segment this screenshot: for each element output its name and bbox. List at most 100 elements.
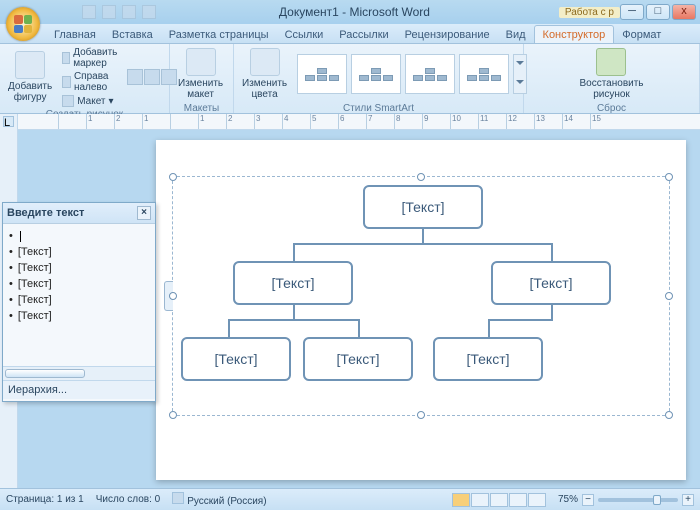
save-icon[interactable] — [82, 5, 96, 19]
style-thumb[interactable] — [405, 54, 455, 94]
view-buttons — [452, 493, 546, 507]
outline-item[interactable]: [Текст] — [9, 260, 149, 276]
zoom-slider[interactable] — [598, 498, 678, 502]
change-layout-icon — [186, 48, 216, 76]
window-title: Документ1 - Microsoft Word — [156, 5, 553, 19]
ribbon-group-create: Добавить фигуру Добавить маркер Справа н… — [0, 44, 170, 113]
outline-item[interactable]: [Текст] — [9, 308, 149, 324]
language-icon — [172, 492, 184, 504]
maximize-button[interactable]: □ — [646, 4, 670, 20]
connector — [293, 305, 295, 319]
status-page[interactable]: Страница: 1 из 1 — [6, 494, 84, 505]
reset-icon — [596, 48, 626, 76]
tab-home[interactable]: Главная — [46, 26, 104, 43]
resize-handle[interactable] — [665, 411, 673, 419]
ribbon-group-reset: Восстановить рисунок Сброс — [524, 44, 700, 113]
smartart-node[interactable]: [Текст] — [181, 337, 291, 381]
text-pane-body[interactable]: [Текст] [Текст] [Текст] [Текст] [Текст] — [3, 224, 155, 366]
tab-design[interactable]: Конструктор — [534, 25, 615, 43]
minimize-button[interactable]: ─ — [620, 4, 644, 20]
outline-item[interactable]: [Текст] — [9, 244, 149, 260]
outline-item[interactable]: [Текст] — [9, 292, 149, 308]
add-bullet-button[interactable]: Добавить маркер — [60, 46, 123, 70]
style-thumb[interactable] — [459, 54, 509, 94]
ribbon-tabs: Главная Вставка Разметка страницы Ссылки… — [0, 24, 700, 44]
text-pane[interactable]: Введите текст × [Текст] [Текст] [Текст] … — [2, 202, 156, 402]
smartart-node[interactable]: [Текст] — [363, 185, 483, 229]
smartart-node[interactable]: [Текст] — [433, 337, 543, 381]
smartart-frame[interactable]: [Текст] [Текст] [Текст] [Текст] [Текст] … — [172, 176, 670, 416]
quick-access-toolbar — [82, 5, 156, 19]
qat-more-icon[interactable] — [142, 5, 156, 19]
zoom-control: 75% − + — [558, 494, 694, 506]
smartart-node[interactable]: [Текст] — [233, 261, 353, 305]
resize-handle[interactable] — [665, 292, 673, 300]
connector — [488, 319, 553, 321]
add-shape-button[interactable]: Добавить фигуру — [4, 49, 56, 105]
add-shape-icon — [15, 51, 45, 79]
document-area: L 121123456789101112131415 — [0, 114, 700, 488]
demote-icon[interactable] — [144, 69, 160, 85]
style-thumb[interactable] — [351, 54, 401, 94]
view-web-layout[interactable] — [490, 493, 508, 507]
rtl-icon — [62, 76, 71, 88]
connector — [358, 319, 360, 337]
resize-handle[interactable] — [169, 411, 177, 419]
view-print-layout[interactable] — [452, 493, 470, 507]
resize-handle[interactable] — [417, 173, 425, 181]
text-pane-title: Введите текст × — [3, 203, 155, 224]
change-colors-icon — [250, 48, 280, 76]
tab-insert[interactable]: Вставка — [104, 26, 161, 43]
title-bar: Документ1 - Microsoft Word Работа с р ─ … — [0, 0, 700, 24]
document-page[interactable]: [Текст] [Текст] [Текст] [Текст] [Текст] … — [156, 140, 686, 480]
reset-graphic-button[interactable]: Восстановить рисунок — [575, 46, 647, 102]
redo-icon[interactable] — [122, 5, 136, 19]
zoom-out-button[interactable]: − — [582, 494, 594, 506]
tab-review[interactable]: Рецензирование — [397, 26, 498, 43]
smartart-node[interactable]: [Текст] — [303, 337, 413, 381]
view-outline[interactable] — [509, 493, 527, 507]
zoom-slider-thumb[interactable] — [653, 495, 661, 505]
layout-button[interactable]: Макет ▾ — [60, 94, 123, 108]
undo-icon[interactable] — [102, 5, 116, 19]
change-layout-button[interactable]: Изменить макет — [174, 46, 227, 102]
smartart-node[interactable]: [Текст] — [491, 261, 611, 305]
zoom-in-button[interactable]: + — [682, 494, 694, 506]
ribbon-group-styles: Изменить цвета Стили SmartArt — [234, 44, 524, 113]
view-draft[interactable] — [528, 493, 546, 507]
outline-item[interactable]: [Текст] — [9, 276, 149, 292]
resize-handle[interactable] — [169, 173, 177, 181]
status-word-count[interactable]: Число слов: 0 — [96, 494, 160, 505]
view-full-screen[interactable] — [471, 493, 489, 507]
status-language[interactable]: Русский (Россия) — [172, 492, 266, 507]
resize-handle[interactable] — [665, 173, 673, 181]
text-pane-footer[interactable]: Иерархия... — [3, 380, 155, 399]
scrollbar-thumb[interactable] — [5, 369, 85, 378]
office-button[interactable] — [6, 7, 40, 41]
style-thumb[interactable] — [297, 54, 347, 94]
zoom-value[interactable]: 75% — [558, 494, 578, 505]
tab-mailings[interactable]: Рассылки — [331, 26, 396, 43]
contextual-tab-label: Работа с р — [559, 7, 620, 18]
tab-references[interactable]: Ссылки — [277, 26, 332, 43]
connector — [293, 243, 295, 261]
connector — [551, 243, 553, 261]
connector — [488, 319, 490, 337]
tab-view[interactable]: Вид — [498, 26, 534, 43]
connector — [228, 319, 360, 321]
text-pane-scrollbar[interactable] — [3, 366, 155, 380]
rtl-button[interactable]: Справа налево — [60, 70, 123, 94]
text-pane-close-button[interactable]: × — [137, 206, 151, 220]
tab-page-layout[interactable]: Разметка страницы — [161, 26, 277, 43]
resize-handle[interactable] — [169, 292, 177, 300]
status-bar: Страница: 1 из 1 Число слов: 0 Русский (… — [0, 488, 700, 510]
connector — [228, 319, 230, 337]
layout-icon — [62, 95, 74, 107]
promote-icon[interactable] — [127, 69, 143, 85]
outline-item[interactable] — [9, 228, 149, 244]
tab-format[interactable]: Формат — [614, 26, 669, 43]
change-colors-button[interactable]: Изменить цвета — [238, 46, 291, 102]
ruler-corner[interactable]: L — [3, 116, 14, 127]
resize-handle[interactable] — [417, 411, 425, 419]
close-button[interactable]: x — [672, 4, 696, 20]
